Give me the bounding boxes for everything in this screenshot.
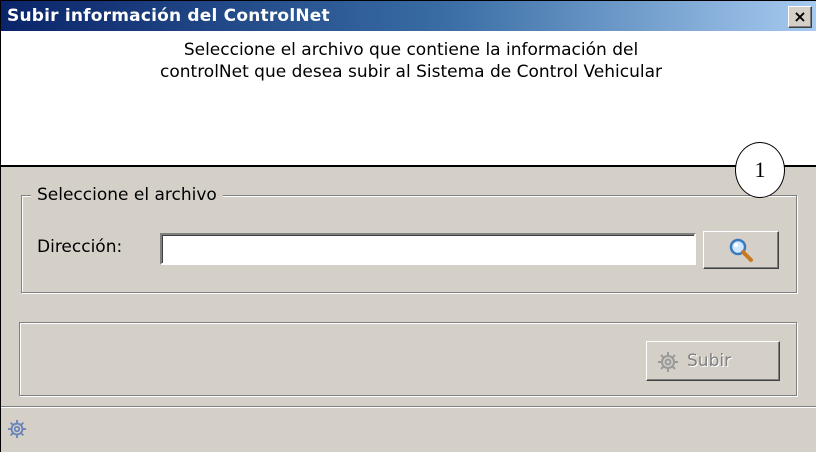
title-bar[interactable]: Subir información del ControlNet × (1, 1, 816, 31)
file-groupbox-legend: Seleccione el archivo (31, 185, 223, 205)
status-bar (1, 406, 816, 453)
close-icon: × (793, 7, 807, 26)
browse-button[interactable] (703, 231, 779, 269)
callout-number: 1 (735, 142, 785, 198)
instructions-text: Seleccione el archivo que contiene la in… (160, 40, 662, 82)
gear-icon (658, 352, 678, 372)
address-input[interactable] (160, 233, 696, 265)
address-label: Dirección: (37, 237, 123, 257)
dialog-window: Subir información del ControlNet × Selec… (0, 0, 816, 452)
gear-icon (7, 419, 27, 439)
magnifier-icon (729, 238, 753, 262)
submit-label: Subir (687, 351, 732, 371)
window-title: Subir información del ControlNet (7, 6, 330, 26)
submit-button[interactable]: Subir (646, 341, 780, 381)
message-panel: Seleccione el archivo que contiene la in… (1, 31, 816, 167)
close-button[interactable]: × (788, 6, 812, 28)
